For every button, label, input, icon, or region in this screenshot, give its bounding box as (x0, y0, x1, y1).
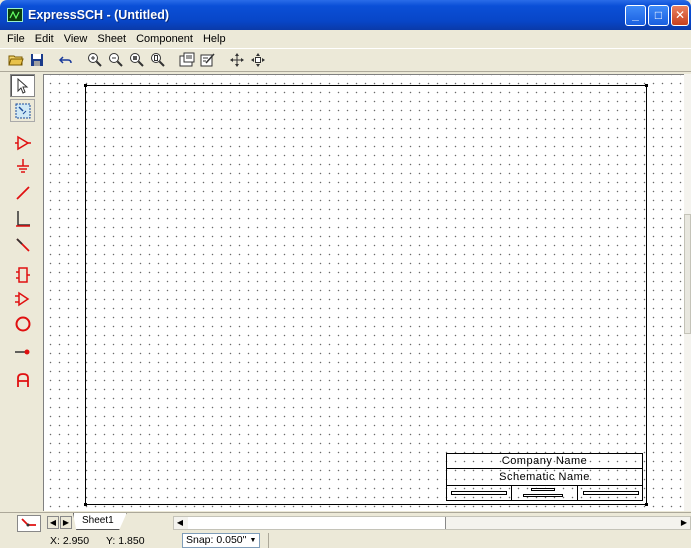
menu-edit[interactable]: Edit (30, 30, 59, 48)
wire-tool[interactable] (10, 181, 35, 204)
sheet-tab-row: ◀ ▶ Sheet1 ◀ ▶ (0, 512, 691, 532)
wire-icon (15, 185, 30, 200)
close-icon: ✕ (674, 8, 686, 22)
pin-icon (14, 349, 29, 354)
zoom-window-tool[interactable] (10, 99, 35, 122)
zoom-out-button[interactable] (106, 51, 125, 70)
select-tool[interactable] (10, 74, 35, 97)
right-arrow-icon: ▶ (62, 518, 70, 527)
sheet-border (85, 85, 647, 505)
port-tool[interactable] (10, 287, 35, 310)
minimize-icon: _ (632, 8, 639, 22)
status-bar: X: 2.950 Y: 1.850 Snap: 0.050" ▼ (0, 531, 691, 548)
maximize-icon: □ (654, 8, 663, 22)
field-box (451, 491, 507, 495)
x-coordinate: X: 2.950 (50, 535, 90, 547)
menu-view[interactable]: View (59, 30, 93, 48)
ground-tool[interactable] (10, 155, 35, 178)
horizontal-scrollbar[interactable]: ◀ ▶ (173, 516, 691, 530)
zoom-in-button[interactable] (85, 51, 104, 70)
y-coordinate: Y: 1.850 (106, 535, 145, 547)
menu-bar: File Edit View Sheet Component Help (0, 30, 691, 48)
left-arrow-icon: ◀ (49, 518, 57, 527)
bus-tool[interactable] (10, 207, 35, 230)
component-icon (14, 135, 31, 150)
port-icon (14, 291, 29, 306)
company-name: Company Name (447, 454, 642, 469)
scroll-left-icon[interactable]: ◀ (174, 517, 186, 529)
schematic-canvas[interactable]: Company Name Schematic Name (43, 74, 684, 511)
menu-component[interactable]: Component (131, 30, 198, 48)
zoom-out-icon (108, 53, 123, 67)
maximize-button[interactable]: □ (648, 5, 669, 26)
toolbar (0, 48, 691, 72)
sheet-tab-sheet1[interactable]: Sheet1 (73, 513, 127, 530)
pan-button[interactable] (227, 51, 246, 70)
zoom-fit-button[interactable] (148, 51, 167, 70)
sheet-corner-handle[interactable] (645, 503, 648, 506)
schematic-name: Schematic Name (447, 469, 642, 486)
undo-button[interactable] (56, 51, 75, 70)
wire-mode-icon (21, 518, 36, 527)
chevron-down-icon: ▼ (249, 537, 257, 544)
bus-entry-icon (15, 237, 30, 252)
save-disk-icon (30, 54, 43, 66)
pan-center-icon (250, 53, 265, 67)
field-box (531, 488, 555, 491)
ground-icon (16, 158, 29, 173)
pan-center-button[interactable] (248, 51, 267, 70)
field-box (523, 494, 563, 497)
title-block-fields (447, 486, 642, 501)
connector-tool[interactable] (10, 263, 35, 286)
snap-select[interactable]: Snap: 0.050" ▼ (182, 533, 260, 548)
connector-icon (15, 266, 30, 283)
open-button[interactable] (6, 51, 25, 70)
sheet-corner-handle[interactable] (84, 84, 87, 87)
component-tool[interactable] (10, 131, 35, 154)
select-arrow-icon (17, 77, 28, 94)
bus-entry-tool[interactable] (10, 233, 35, 256)
window-title: ExpressSCH - (Untitled) (28, 8, 169, 22)
menu-file[interactable]: File (2, 30, 30, 48)
zoom-area-icon (129, 53, 144, 67)
wire-mode-indicator[interactable] (17, 515, 41, 532)
menu-sheet[interactable]: Sheet (92, 30, 131, 48)
horizontal-scroll-thumb[interactable] (188, 517, 446, 529)
circle-tool[interactable] (10, 312, 35, 335)
zoom-in-icon (87, 53, 102, 67)
menu-help[interactable]: Help (198, 30, 231, 48)
circle-icon (15, 316, 30, 331)
text-icon (16, 372, 29, 387)
pin-tool[interactable] (10, 340, 35, 363)
zoom-window-icon (15, 103, 30, 118)
bus-icon (15, 210, 30, 227)
zoom-area-button[interactable] (127, 51, 146, 70)
edit-properties-icon (200, 53, 215, 67)
prev-sheet-button[interactable]: ◀ (47, 516, 59, 529)
title-block[interactable]: Company Name Schematic Name (446, 453, 643, 501)
tool-palette (7, 74, 41, 510)
snap-value: Snap: 0.050" (186, 534, 247, 546)
open-folder-icon (7, 55, 24, 66)
schematic-app-icon[interactable] (7, 8, 23, 22)
title-bar: ExpressSCH - (Untitled) _ □ ✕ (0, 0, 691, 30)
minimize-button[interactable]: _ (625, 5, 646, 26)
sheet-corner-handle[interactable] (84, 503, 87, 506)
save-button[interactable] (27, 51, 46, 70)
close-button[interactable]: ✕ (671, 5, 689, 26)
edit-properties-button[interactable] (198, 51, 217, 70)
text-tool[interactable] (10, 368, 35, 391)
pan-icon (229, 53, 244, 67)
properties-icon (179, 52, 194, 67)
scroll-right-icon[interactable]: ▶ (678, 517, 690, 529)
sheet-corner-handle[interactable] (645, 84, 648, 87)
undo-icon (58, 56, 72, 64)
next-sheet-button[interactable]: ▶ (60, 516, 72, 529)
properties-button[interactable] (177, 51, 196, 70)
zoom-fit-icon (150, 53, 165, 67)
field-box (583, 491, 639, 495)
vertical-scrollbar[interactable] (684, 74, 691, 511)
vertical-scroll-thumb[interactable] (684, 214, 691, 334)
